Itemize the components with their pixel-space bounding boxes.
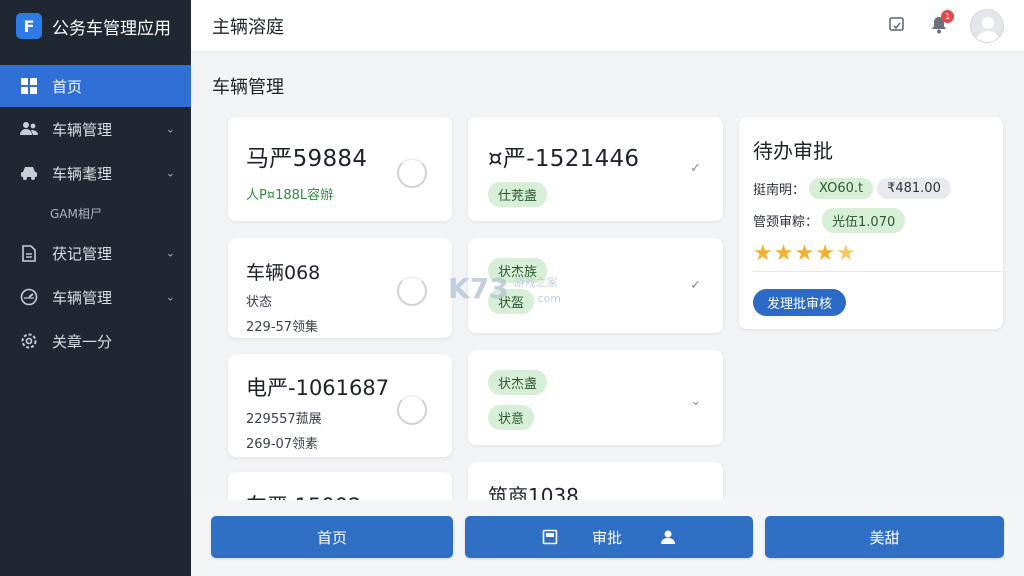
approval-value-chip: XO60.t bbox=[809, 178, 874, 199]
divider bbox=[753, 271, 1003, 272]
sidebar-item-label: 车辆管理 bbox=[52, 288, 113, 307]
star-icon: ★ bbox=[815, 241, 836, 266]
section-title: 车辆管理 bbox=[212, 77, 284, 98]
vehicle-card[interactable]: 马严59884 人P¤188L容辦 bbox=[228, 117, 452, 221]
approve-button-label: 审批 bbox=[591, 528, 622, 547]
vehicle-card[interactable]: 状杰盏 状意 ⌄ bbox=[468, 350, 723, 445]
star-icon: ★ bbox=[794, 241, 816, 266]
sidebar-subitem[interactable]: GAM相尸 bbox=[0, 195, 191, 231]
pending-approval-card: 待办审批 挺南明： XO60.t ₹481.00 管颈审粽： 光伍1.070 ★… bbox=[739, 117, 1003, 329]
approval-label: 挺南明： bbox=[753, 183, 806, 198]
sidebar-item-vehicle-maintenance[interactable]: 车辆耄理 ⌄ bbox=[0, 151, 191, 195]
sidebar-item-label: 首页 bbox=[52, 77, 83, 96]
status-badge: 状意 bbox=[488, 405, 535, 430]
vehicle-info: 229-57领集 bbox=[246, 320, 319, 335]
close-button[interactable]: 美甜 bbox=[765, 516, 1004, 558]
loading-spinner-icon bbox=[397, 276, 427, 306]
brand: F 公务车管理应用 bbox=[0, 0, 191, 52]
sidebar: F 公务车管理应用 首页 车辆管理 ⌄ 车辆耄理 ⌄ GAM相尸 茯记管理 ⌄ … bbox=[0, 0, 191, 576]
page-title: 主辆溶庭 bbox=[212, 16, 284, 38]
sidebar-item-home[interactable]: 首页 bbox=[0, 65, 191, 107]
gear-icon bbox=[20, 332, 38, 350]
status-badge: 仕茺盏 bbox=[488, 182, 548, 207]
edit-icon[interactable]: ✓ bbox=[690, 278, 701, 293]
vehicle-card[interactable]: 车辆068 状态 229-57领集 bbox=[228, 238, 452, 338]
top-header: 主辆溶庭 1 bbox=[191, 0, 1024, 52]
watermark: K73 游戏之家 .com bbox=[448, 272, 561, 305]
status-badge: 状杰盏 bbox=[488, 370, 548, 395]
approval-amount-chip: ₹481.00 bbox=[877, 178, 951, 199]
vehicle-plate: 电严-1061687 bbox=[246, 376, 390, 400]
approval-title: 待办审批 bbox=[753, 139, 833, 163]
star-half-icon: ★ bbox=[835, 241, 857, 266]
notification-button[interactable]: 1 bbox=[922, 9, 956, 43]
loading-spinner-icon bbox=[397, 395, 427, 425]
gauge-icon bbox=[20, 288, 38, 306]
chevron-down-icon: ⌄ bbox=[165, 246, 175, 260]
chevron-down-icon: ⌄ bbox=[165, 290, 175, 304]
approval-value-chip: 光伍1.070 bbox=[822, 208, 906, 233]
user-avatar-icon bbox=[976, 17, 1000, 42]
vehicle-info: 269-07领素 bbox=[246, 437, 319, 452]
sidebar-nav: 首页 车辆管理 ⌄ 车辆耄理 ⌄ GAM相尸 茯记管理 ⌄ 车辆管理 ⌄ 关章一… bbox=[0, 65, 191, 363]
document-icon bbox=[20, 244, 38, 262]
approve-button[interactable]: 审批 bbox=[465, 516, 753, 558]
start-approval-button[interactable]: 发理批审核 bbox=[753, 289, 847, 316]
star-rating: ★★★★★ bbox=[753, 241, 995, 266]
clipboard-icon bbox=[542, 529, 558, 545]
approval-row: 管颈审粽： 光伍1.070 bbox=[753, 208, 995, 233]
header-actions: 1 bbox=[872, 9, 1004, 43]
loading-spinner-icon bbox=[397, 158, 427, 188]
sidebar-subitem-label: GAM相尸 bbox=[50, 206, 102, 221]
sidebar-item-label: 车辆耄理 bbox=[52, 164, 113, 183]
notes-icon bbox=[888, 15, 906, 37]
close-button-label: 美甜 bbox=[869, 528, 900, 547]
chevron-down-icon: ⌄ bbox=[165, 122, 175, 136]
home-button-label: 首页 bbox=[316, 528, 347, 547]
notes-button[interactable] bbox=[880, 9, 914, 43]
sidebar-item-label: 车辆管理 bbox=[52, 120, 113, 139]
vehicle-card[interactable]: ¤严-1521446 仕茺盏 ✓ bbox=[468, 117, 723, 221]
avatar[interactable] bbox=[970, 9, 1004, 43]
vehicle-plate: 马严59884 bbox=[246, 146, 368, 172]
dashboard-icon bbox=[20, 77, 38, 95]
approval-row: 挺南明： XO60.t ₹481.00 bbox=[753, 178, 995, 199]
sidebar-item-vehicle-management[interactable]: 车辆管理 ⌄ bbox=[0, 107, 191, 151]
vehicle-status: 人P¤188L容辦 bbox=[246, 188, 334, 203]
notification-badge: 1 bbox=[941, 10, 954, 23]
sidebar-item-settings[interactable]: 关章一分 bbox=[0, 319, 191, 363]
vehicle-plate: ¤严-1521446 bbox=[488, 146, 640, 172]
sidebar-item-label: 茯记管理 bbox=[52, 244, 113, 263]
vehicle-status: 状态 bbox=[246, 295, 273, 310]
sidebar-item-records[interactable]: 茯记管理 ⌄ bbox=[0, 231, 191, 275]
chevron-down-icon[interactable]: ⌄ bbox=[690, 394, 701, 409]
watermark-sub: 游戏之家 bbox=[513, 276, 558, 289]
vehicle-info: 229557菰展 bbox=[246, 412, 322, 427]
users-icon bbox=[20, 120, 38, 138]
user-icon bbox=[660, 529, 676, 545]
home-button[interactable]: 首页 bbox=[211, 516, 453, 558]
chevron-down-icon: ⌄ bbox=[165, 166, 175, 180]
app-logo-icon: F bbox=[16, 13, 42, 39]
approval-label: 管颈审粽： bbox=[753, 215, 819, 230]
app-title: 公务车管理应用 bbox=[52, 18, 171, 39]
edit-icon[interactable]: ✓ bbox=[690, 161, 701, 176]
watermark-domain: .com bbox=[534, 292, 561, 305]
star-icon: ★ bbox=[753, 241, 774, 266]
vehicle-card[interactable]: 电严-1061687 229557菰展 269-07领素 bbox=[228, 354, 452, 457]
sidebar-item-vehicle-management-2[interactable]: 车辆管理 ⌄ bbox=[0, 275, 191, 319]
bottom-action-bar: 首页 审批 美甜 bbox=[191, 500, 1024, 576]
watermark-logo: K73 bbox=[448, 272, 509, 305]
vehicle-plate: 车辆068 bbox=[246, 262, 321, 284]
sidebar-item-label: 关章一分 bbox=[52, 332, 113, 351]
star-icon: ★ bbox=[773, 241, 795, 266]
car-icon bbox=[20, 164, 38, 182]
